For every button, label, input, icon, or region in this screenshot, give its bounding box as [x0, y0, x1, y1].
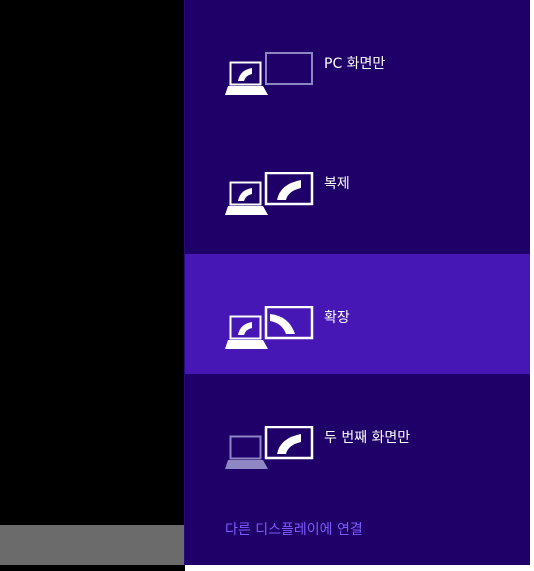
option-second-screen-only[interactable]: 두 번째 화면만 [185, 374, 530, 494]
taskbar [0, 525, 185, 565]
bottom-strip [185, 565, 534, 571]
option-label: 복제 [324, 176, 350, 192]
pc-screen-only-icon [225, 52, 313, 95]
option-extend[interactable]: 확장 [185, 254, 530, 374]
option-label: PC 화면만 [324, 56, 386, 72]
option-label: 두 번째 화면만 [324, 430, 411, 446]
project-panel: PC 화면만 복제 확장 두 번째 화면만 다른 디스플레이에 연결 [185, 0, 530, 565]
desktop-background [0, 0, 185, 571]
screen: PC 화면만 복제 확장 두 번째 화면만 다른 디스플레이에 연결 [0, 0, 534, 571]
option-duplicate[interactable]: 복제 [185, 120, 530, 240]
duplicate-icon [225, 172, 314, 215]
second-screen-only-icon [225, 426, 314, 469]
option-label: 확장 [324, 310, 350, 326]
extend-icon [225, 306, 314, 349]
connect-display-link[interactable]: 다른 디스플레이에 연결 [225, 521, 363, 539]
option-pc-screen-only[interactable]: PC 화면만 [185, 0, 530, 120]
